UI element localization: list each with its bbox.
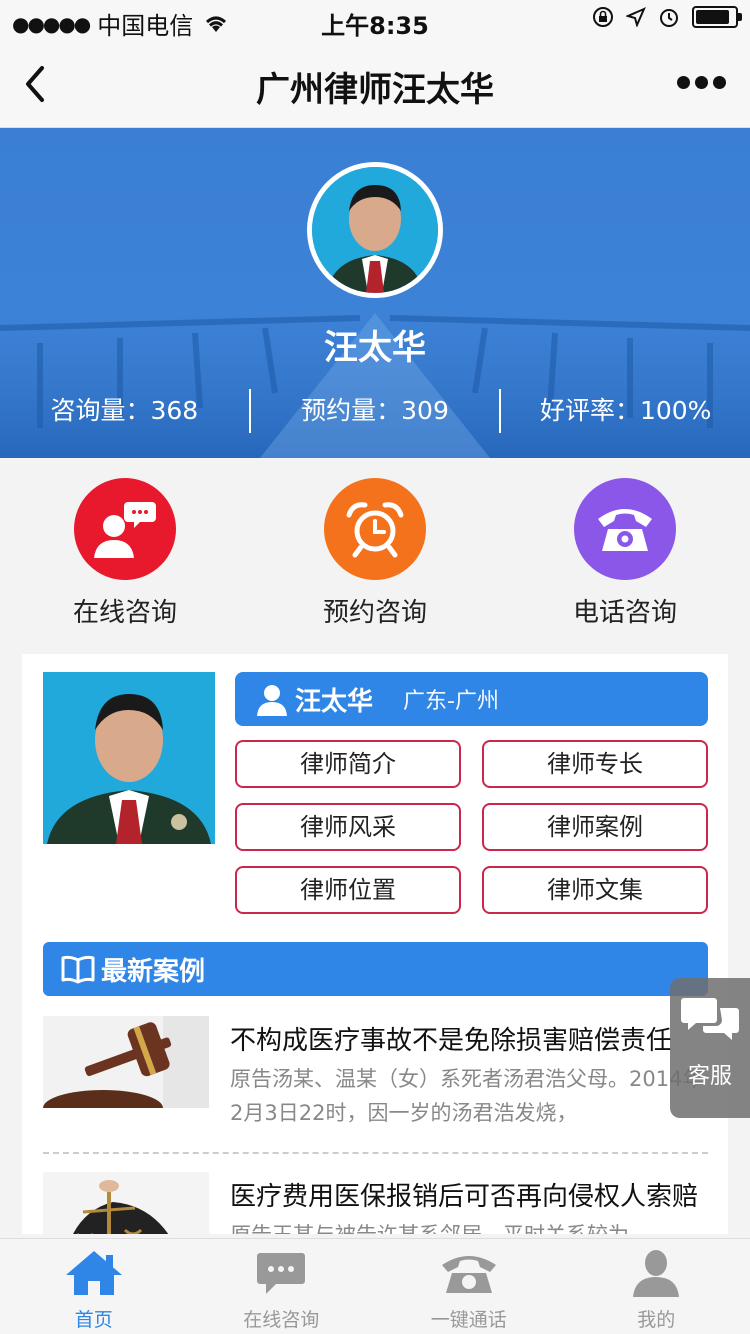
lawyer-articles-button[interactable]: 律师文集 [482, 866, 708, 914]
action-label: 电话咨询 [572, 598, 677, 628]
stat-rating: 好评率：100% [539, 396, 712, 425]
lawyer-name: 汪太华 [324, 328, 426, 368]
tab-label: 首页 [74, 1309, 113, 1331]
navigation-bar: 广州律师汪太华 [0, 40, 750, 128]
profile-banner: 汪太华 咨询量：368 预约量：309 好评率：100% [0, 128, 750, 458]
lawyer-location-button[interactable]: 律师位置 [235, 866, 461, 914]
battery-icon [692, 6, 742, 28]
case-title: 不构成医疗事故不是免除损害赔偿责任 [230, 1026, 673, 1056]
tab-label: 我的 [637, 1309, 676, 1331]
home-icon [65, 1251, 122, 1295]
lawyer-avatar [307, 162, 443, 298]
customer-service-label: 客服 [687, 1064, 732, 1089]
tab-label: 一键通话 [430, 1309, 507, 1331]
lawyer-info-card: 汪太华 广东-广州 律师简介 律师专长 律师风采 律师案例 律师位置 律师文集 … [22, 654, 728, 1234]
gavel-thumbnail [43, 1016, 209, 1108]
lawyer-expertise-button[interactable]: 律师专长 [482, 740, 708, 788]
more-icon[interactable] [677, 76, 726, 89]
case-summary: 原告汤某、温某（女）系死者汤君浩父母。2014年2月3日22时，因一岁的汤君浩发… [230, 1067, 704, 1125]
tab-label: 在线咨询 [243, 1309, 320, 1331]
lawyer-name-bar: 汪太华 广东-广州 [235, 672, 708, 726]
message-icon [257, 1253, 306, 1294]
phone-consult-button[interactable]: 电话咨询 [500, 458, 750, 654]
lawyer-photo [43, 672, 215, 844]
user-icon [633, 1250, 680, 1297]
online-consult-button[interactable]: 在线咨询 [0, 458, 250, 654]
action-label: 预约咨询 [322, 598, 427, 628]
lawyer-name: 汪太华 [295, 686, 374, 717]
telephone-icon [441, 1256, 496, 1293]
chat-person-icon [74, 478, 176, 580]
tab-one-click-call[interactable]: 一键通话 [375, 1239, 563, 1334]
telephone-icon [574, 478, 676, 580]
lawyer-menu-grid: 律师简介 律师专长 律师风采 律师案例 律师位置 律师文集 [235, 740, 708, 914]
lawyer-location: 广东-广州 [403, 689, 499, 714]
stats-row: 咨询量：368 预约量：309 好评率：100% [0, 386, 750, 436]
tab-online-consult[interactable]: 在线咨询 [188, 1239, 376, 1334]
case-summary: 原告王某与被告许某系邻居，平时关系较为 [230, 1218, 708, 1234]
lawyer-intro-button[interactable]: 律师简介 [235, 740, 461, 788]
action-label: 在线咨询 [72, 598, 177, 628]
alarm-icon [660, 9, 678, 27]
divider [43, 1152, 708, 1154]
quick-actions: 在线咨询 预约咨询 电话咨询 [0, 458, 750, 654]
tab-bar: 首页 在线咨询 一键通话 我的 [0, 1238, 750, 1334]
lawyer-cases-button[interactable]: 律师案例 [482, 803, 708, 851]
user-icon [257, 685, 287, 716]
location-arrow-icon [626, 7, 646, 27]
tab-mine[interactable]: 我的 [563, 1239, 750, 1334]
chat-bubbles-icon [681, 998, 739, 1040]
lawyer-gallery-button[interactable]: 律师风采 [235, 803, 461, 851]
case-item[interactable]: 医疗费用医保报销后可否再向侵权人索赔 原告王某与被告许某系邻居，平时关系较为 [43, 1172, 708, 1234]
latest-cases-header: 最新案例 [43, 942, 708, 996]
case-item[interactable]: 不构成医疗事故不是免除损害赔偿责任 原告汤某、温某（女）系死者汤君浩父母。201… [43, 1016, 708, 1146]
open-book-icon [61, 955, 95, 984]
status-bar: ●●●●● 中国电信 上午8:35 [0, 0, 750, 40]
appointment-consult-button[interactable]: 预约咨询 [250, 458, 500, 654]
section-title: 最新案例 [101, 956, 206, 987]
tab-home[interactable]: 首页 [0, 1239, 188, 1334]
rotation-lock-icon [593, 7, 613, 27]
page-title: 广州律师汪太华 [256, 70, 494, 110]
alarm-clock-icon [324, 478, 426, 580]
stat-consultations: 咨询量：368 [50, 396, 199, 425]
scales-thumbnail [43, 1172, 209, 1234]
case-title: 医疗费用医保报销后可否再向侵权人索赔 [230, 1182, 699, 1212]
customer-service-button[interactable]: 客服 [670, 978, 750, 1118]
stat-appointments: 预约量：309 [301, 396, 449, 425]
